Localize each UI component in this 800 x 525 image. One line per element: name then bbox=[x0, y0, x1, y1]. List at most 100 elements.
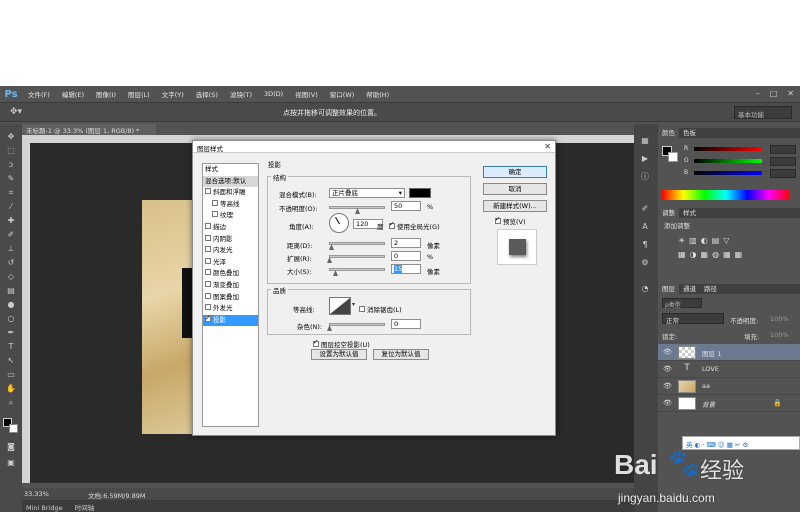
layer-blend-mode[interactable]: 正常 bbox=[662, 313, 724, 325]
knockout-checkbox[interactable] bbox=[313, 338, 319, 347]
move-tool-icon[interactable]: ✥ bbox=[5, 132, 17, 142]
menu-3d[interactable]: 3D(D) bbox=[258, 90, 289, 98]
style-item-stroke[interactable]: 描边 bbox=[203, 222, 258, 234]
menu-help[interactable]: 帮助(H) bbox=[360, 89, 395, 99]
checkbox[interactable] bbox=[205, 234, 211, 241]
healing-brush-icon[interactable]: ✚ bbox=[5, 216, 17, 226]
character-panel-icon[interactable]: A bbox=[639, 222, 651, 232]
fill-value[interactable]: 100% bbox=[770, 331, 789, 339]
menu-file[interactable]: 文件(F) bbox=[22, 89, 56, 99]
layer-row[interactable]: 👁 T LOVE bbox=[658, 361, 800, 378]
checkbox[interactable] bbox=[205, 188, 211, 195]
style-item-inner-glow[interactable]: 内发光 bbox=[203, 245, 258, 257]
maximize-icon[interactable]: □ bbox=[770, 89, 778, 98]
document-tab[interactable]: 未标题-1 @ 33.3% (图层 1, RGB/8) * bbox=[22, 124, 156, 135]
cancel-button[interactable]: 取消 bbox=[483, 183, 547, 195]
make-default-button[interactable]: 设置为默认值 bbox=[311, 349, 367, 360]
dialog-close-icon[interactable]: ✕ bbox=[544, 142, 551, 151]
shadow-color-swatch[interactable] bbox=[409, 188, 431, 198]
screen-mode-icon[interactable]: ▣ bbox=[5, 458, 17, 468]
shape-tool-icon[interactable]: ▭ bbox=[5, 370, 17, 380]
distance-slider[interactable] bbox=[329, 242, 385, 245]
checkbox[interactable] bbox=[205, 280, 211, 287]
timeline-tab[interactable]: 时间轴 bbox=[75, 504, 95, 512]
visibility-eye-icon[interactable]: 👁 bbox=[663, 382, 672, 390]
tab-paths[interactable]: 路径 bbox=[700, 284, 721, 294]
menu-type[interactable]: 文字(Y) bbox=[156, 89, 190, 99]
styles-header[interactable]: 样式 bbox=[203, 164, 258, 176]
size-input[interactable]: 15 bbox=[391, 264, 421, 274]
mini-bridge-tab[interactable]: Mini Bridge bbox=[26, 504, 63, 512]
menu-layer[interactable]: 图层(L) bbox=[122, 89, 156, 99]
tab-channels[interactable]: 通道 bbox=[679, 284, 700, 294]
visibility-eye-icon[interactable]: 👁 bbox=[663, 365, 672, 373]
eyedropper-icon[interactable]: ⁄ bbox=[5, 202, 17, 212]
tab-swatches[interactable]: 色板 bbox=[679, 128, 700, 138]
layer-row-selected[interactable]: 👁 图层 1 bbox=[658, 344, 800, 361]
style-item-bevel[interactable]: 斜面和浮雕 bbox=[203, 187, 258, 199]
checkbox[interactable] bbox=[205, 269, 211, 276]
green-value-box[interactable] bbox=[770, 157, 796, 166]
brush-tool-icon[interactable]: ✐ bbox=[5, 230, 17, 240]
style-item-gradient-overlay[interactable]: 渐变叠加 bbox=[203, 280, 258, 292]
menu-edit[interactable]: 编辑(E) bbox=[56, 89, 90, 99]
checkbox[interactable] bbox=[205, 292, 211, 299]
tab-color[interactable]: 颜色 bbox=[658, 128, 679, 138]
red-slider[interactable] bbox=[694, 147, 762, 151]
tab-styles[interactable]: 样式 bbox=[679, 208, 700, 218]
contour-picker[interactable] bbox=[329, 297, 351, 315]
green-slider[interactable] bbox=[694, 159, 762, 163]
red-value-box[interactable] bbox=[770, 145, 796, 154]
noise-slider[interactable] bbox=[329, 323, 385, 326]
visibility-eye-icon[interactable]: 👁 bbox=[663, 399, 672, 407]
tab-adjustments[interactable]: 调整 bbox=[658, 208, 679, 218]
zoom-level[interactable]: 33.33% bbox=[24, 490, 49, 498]
quick-mask-icon[interactable]: ◙ bbox=[5, 442, 17, 452]
menu-image[interactable]: 图像(I) bbox=[90, 89, 122, 99]
menu-view[interactable]: 视图(V) bbox=[289, 89, 324, 99]
style-item-texture[interactable]: 纹理 bbox=[203, 210, 258, 222]
tool-presets-icon[interactable]: ⚙ bbox=[639, 258, 651, 268]
chevron-down-icon[interactable]: ▾ bbox=[352, 301, 355, 308]
lasso-tool-icon[interactable]: ↄ bbox=[5, 160, 17, 170]
move-tool-icon[interactable]: ✥▾ bbox=[10, 107, 22, 117]
history-panel-icon[interactable]: ▦ bbox=[639, 136, 651, 146]
size-slider[interactable] bbox=[329, 268, 385, 271]
distance-input[interactable]: 2 bbox=[391, 238, 421, 248]
style-item-inner-shadow[interactable]: 内阴影 bbox=[203, 234, 258, 246]
layer-opacity-value[interactable]: 100% bbox=[770, 315, 789, 323]
clone-stamp-icon[interactable]: ⊥ bbox=[5, 244, 17, 254]
quick-select-icon[interactable]: ✎ bbox=[5, 174, 17, 184]
antialias-checkbox[interactable] bbox=[359, 306, 365, 312]
zoom-tool-icon[interactable]: ⌕ bbox=[5, 398, 17, 408]
layer-row[interactable]: 👁 背景 🔒 bbox=[658, 395, 800, 412]
checkbox[interactable] bbox=[205, 313, 211, 324]
global-light-checkbox-wrap[interactable]: 使用全局光(G) bbox=[389, 220, 440, 231]
layer-kind-filter[interactable]: ρ类型 bbox=[662, 298, 702, 309]
global-light-checkbox[interactable] bbox=[389, 220, 395, 229]
blue-value-box[interactable] bbox=[770, 169, 796, 178]
history-brush-icon[interactable]: ↺ bbox=[5, 258, 17, 268]
checkbox[interactable] bbox=[212, 199, 218, 206]
minimize-icon[interactable]: – bbox=[756, 89, 760, 98]
color-spectrum[interactable] bbox=[662, 190, 790, 200]
preview-checkbox[interactable] bbox=[495, 215, 501, 224]
background-color-chip[interactable] bbox=[668, 152, 678, 162]
checkbox[interactable] bbox=[205, 222, 211, 229]
blur-tool-icon[interactable]: ● bbox=[5, 300, 17, 310]
tab-layers[interactable]: 图层 bbox=[658, 284, 679, 294]
background-color-swatch[interactable] bbox=[9, 424, 18, 433]
knockout-wrap[interactable]: 图层挖空投影(U) bbox=[313, 338, 370, 349]
blend-options-item[interactable]: 混合选项:默认 bbox=[203, 175, 258, 188]
preview-wrap[interactable]: 预览(V) bbox=[495, 215, 526, 226]
ok-button[interactable]: 确定 bbox=[483, 166, 547, 178]
new-style-button[interactable]: 新建样式(W)... bbox=[483, 200, 547, 212]
adjustment-icons-grid[interactable]: ☀▥◐▤▽ ▦◑▦◍▦▦ bbox=[678, 234, 778, 264]
gradient-tool-icon[interactable]: ▤ bbox=[5, 286, 17, 296]
style-item-contour[interactable]: 等高线 bbox=[203, 199, 258, 211]
crop-tool-icon[interactable]: ⌗ bbox=[5, 188, 17, 198]
dodge-tool-icon[interactable]: ○ bbox=[5, 314, 17, 324]
marquee-tool-icon[interactable]: ⬚ bbox=[5, 146, 17, 156]
style-item-pattern-overlay[interactable]: 图案叠加 bbox=[203, 292, 258, 304]
menu-window[interactable]: 窗口(W) bbox=[324, 89, 361, 99]
